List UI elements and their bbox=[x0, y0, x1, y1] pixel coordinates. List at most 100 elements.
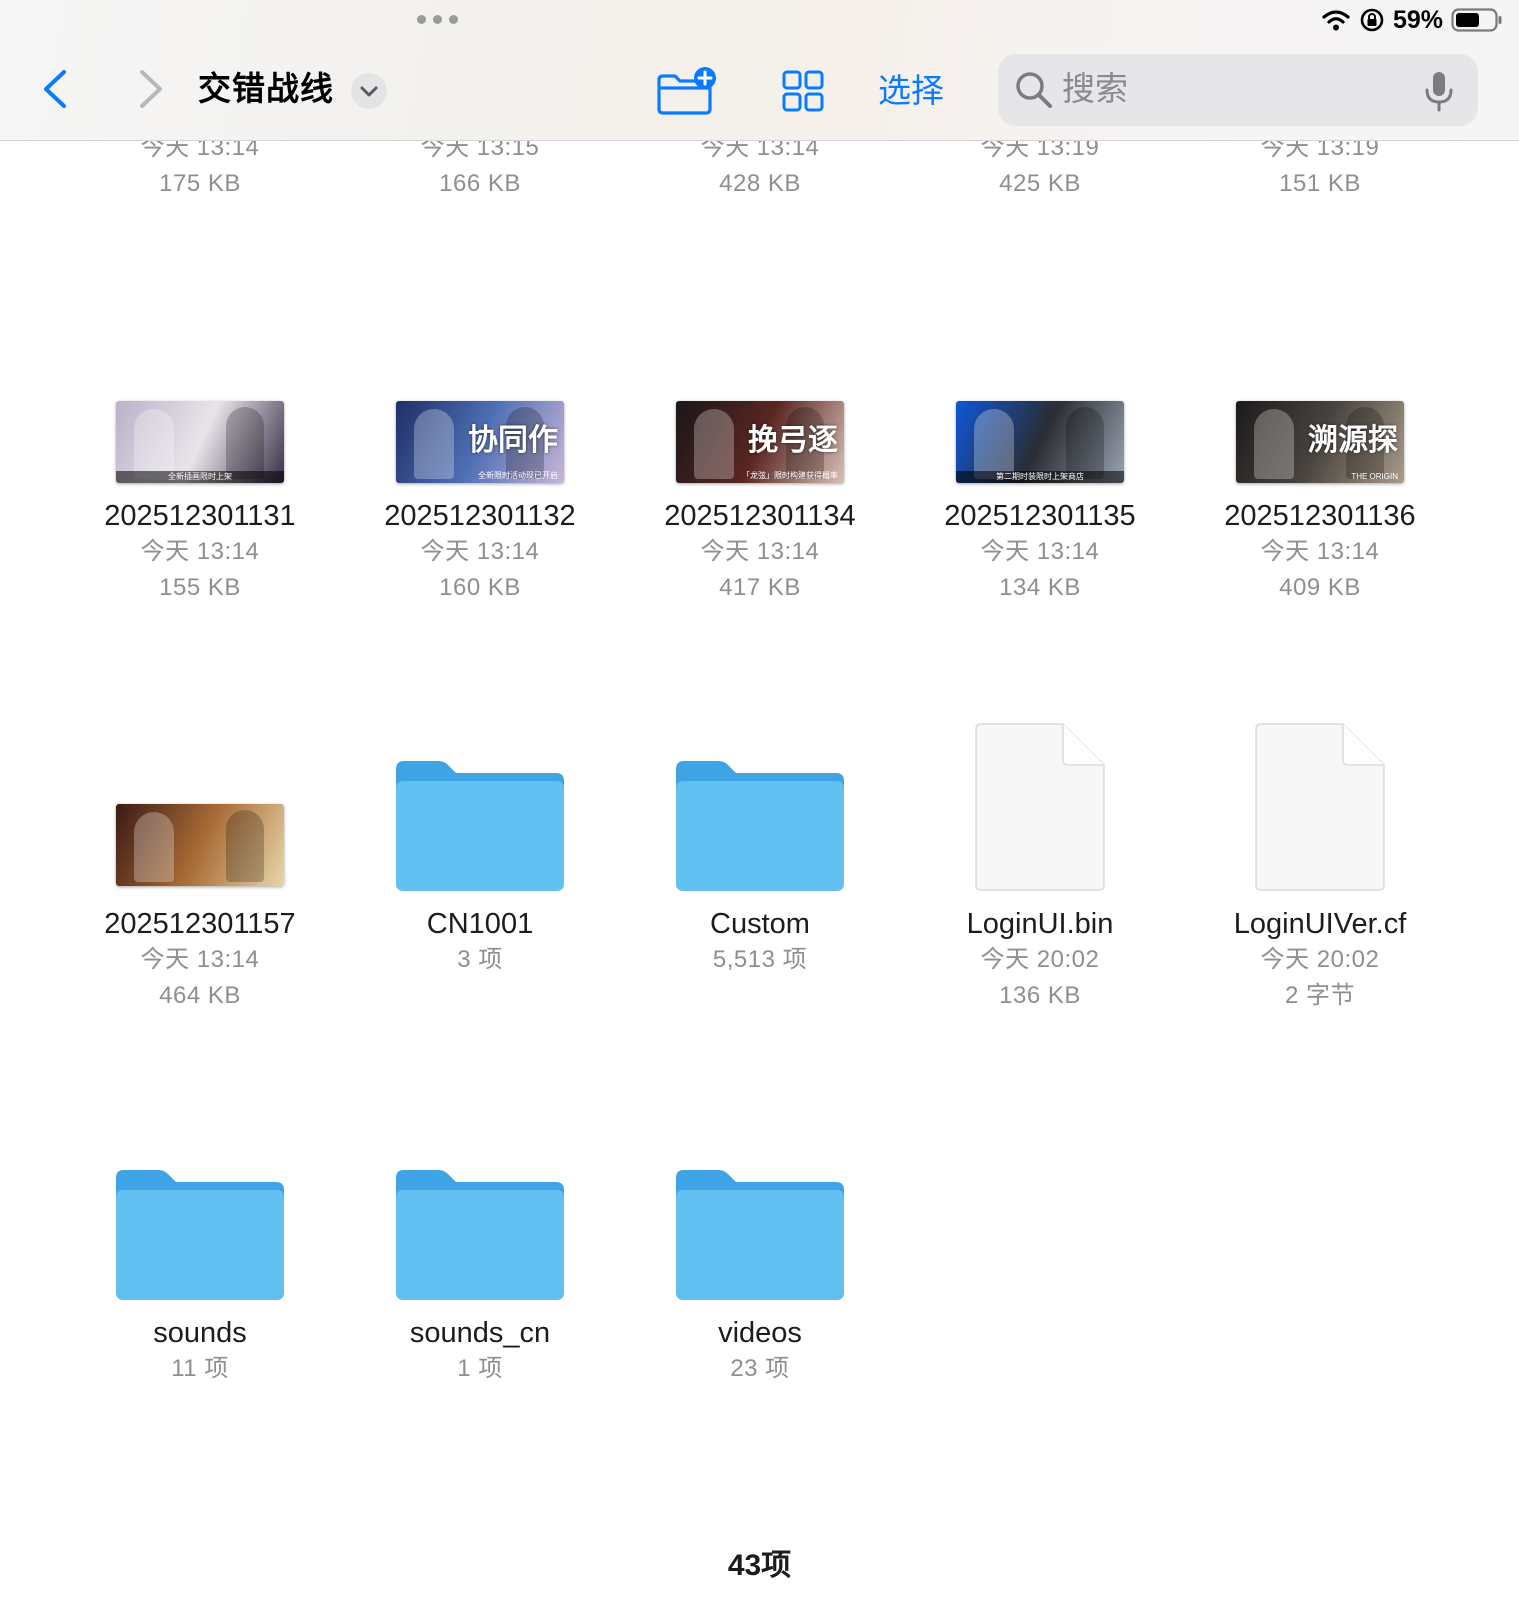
file-name: LoginUIVer.cf bbox=[1233, 908, 1407, 940]
status-bar: 59% bbox=[1321, 5, 1503, 35]
image-thumbnail: 全新插画限时上架 bbox=[116, 401, 284, 483]
file-label[interactable]: LoginUIVer.cf 今天 20:02 2 字节 bbox=[1200, 906, 1440, 1014]
file-name: 202512301134 bbox=[664, 500, 856, 532]
file-date: 今天 13:14 bbox=[140, 538, 260, 565]
file-date: 11 项 bbox=[171, 1355, 229, 1382]
file-label[interactable]: CN1001 3 项 bbox=[360, 906, 600, 978]
file-date: 今天 13:14 bbox=[1260, 538, 1380, 565]
folder-icon bbox=[116, 1170, 284, 1300]
file-size: 425 KB bbox=[999, 170, 1081, 197]
microphone-icon[interactable] bbox=[1424, 70, 1454, 112]
thumbnail-title: 协同作 bbox=[468, 423, 558, 458]
thumbnail-title: 溯源探 bbox=[1308, 423, 1398, 458]
image-thumbnail: 挽弓逐「龙弦」限时构建获得概率 bbox=[676, 401, 844, 483]
file-size: 428 KB bbox=[719, 170, 801, 197]
file-date: 今天 20:02 bbox=[1260, 946, 1380, 973]
file-name: 202512301131 bbox=[104, 500, 296, 532]
file-name: 202512301157 bbox=[104, 908, 296, 940]
file-size: 155 KB bbox=[159, 574, 241, 601]
document-icon bbox=[1255, 723, 1385, 891]
battery-icon bbox=[1451, 8, 1502, 32]
item-count: 43项 bbox=[727, 1549, 792, 1582]
title-menu-button[interactable] bbox=[351, 73, 387, 109]
back-chevron-icon[interactable] bbox=[36, 66, 76, 112]
file-size: 134 KB bbox=[999, 574, 1081, 601]
file-label[interactable]: 202512301136 今天 13:14 409 KB bbox=[1200, 498, 1440, 606]
file-date: 今天 20:02 bbox=[980, 946, 1100, 973]
file-size: 417 KB bbox=[719, 574, 801, 601]
file-name: sounds_cn bbox=[409, 1317, 551, 1349]
multitasking-dots[interactable] bbox=[417, 15, 461, 25]
file-name: 202512301135 bbox=[944, 500, 1136, 532]
file-date: 23 项 bbox=[730, 1355, 790, 1382]
file-date: 今天 13:14 bbox=[420, 538, 540, 565]
image-thumbnail: 溯源探 THE ORIGIN bbox=[1236, 401, 1404, 483]
folder-title[interactable]: 交错战线 bbox=[198, 66, 334, 112]
file-label[interactable]: 202512301157 今天 13:14 464 KB bbox=[80, 906, 320, 1014]
file-date: 1 项 bbox=[457, 1355, 503, 1382]
thumbnail-figure bbox=[226, 810, 264, 882]
search-icon bbox=[1016, 72, 1052, 108]
file-label[interactable]: sounds_cn 1 项 bbox=[360, 1315, 600, 1387]
grid-view-icon[interactable] bbox=[782, 70, 824, 112]
file-size: 160 KB bbox=[439, 574, 521, 601]
select-button[interactable]: 选择 bbox=[878, 68, 944, 114]
folder-icon bbox=[396, 1170, 564, 1300]
thumbnail-figure bbox=[134, 812, 174, 882]
search-placeholder: 搜索 bbox=[1062, 70, 1128, 107]
file-label[interactable]: 202512301134 今天 13:14 417 KB bbox=[640, 498, 880, 606]
wifi-icon bbox=[1322, 10, 1350, 31]
file-label[interactable]: 202512301132 今天 13:14 160 KB bbox=[360, 498, 600, 606]
thumbnail-figure bbox=[134, 409, 174, 479]
orientation-lock-icon bbox=[1360, 8, 1384, 32]
file-label[interactable]: sounds 11 项 bbox=[80, 1315, 320, 1387]
file-date: 今天 13:14 bbox=[700, 538, 820, 565]
thumbnail-subtitle: THE ORIGIN bbox=[1351, 472, 1398, 481]
document-icon bbox=[975, 723, 1105, 891]
search-field[interactable]: 搜索 bbox=[998, 54, 1478, 126]
thumbnail-caption: 全新插画限时上架 bbox=[168, 472, 232, 481]
thumbnail-subtitle: 全新限时活动现已开启 bbox=[478, 471, 558, 480]
file-name: Custom bbox=[710, 908, 810, 940]
file-size: 409 KB bbox=[1279, 574, 1361, 601]
image-thumbnail: 第二期时装限时上架商店 bbox=[956, 401, 1124, 483]
file-name: CN1001 bbox=[426, 908, 534, 940]
file-date: 5,513 项 bbox=[712, 946, 808, 973]
thumbnail-figure bbox=[226, 407, 264, 479]
file-date: 今天 13:14 bbox=[980, 538, 1100, 565]
file-size: 136 KB bbox=[999, 982, 1081, 1009]
image-thumbnail bbox=[116, 804, 284, 886]
thumbnail-title: 挽弓逐 bbox=[748, 423, 838, 458]
forward-chevron-icon[interactable] bbox=[130, 66, 170, 112]
file-date: 3 项 bbox=[457, 946, 503, 973]
folder-icon bbox=[396, 761, 564, 891]
file-size: 175 KB bbox=[159, 170, 241, 197]
thumbnail-figure bbox=[974, 409, 1014, 479]
battery-percentage: 59% bbox=[1392, 5, 1443, 34]
file-label[interactable]: videos 23 项 bbox=[640, 1315, 880, 1387]
folder-icon bbox=[676, 761, 844, 891]
folder-icon bbox=[676, 1170, 844, 1300]
file-size: 166 KB bbox=[439, 170, 521, 197]
file-size: 2 字节 bbox=[1284, 982, 1355, 1009]
thumbnail-subtitle: 「龙弦」限时构建获得概率 bbox=[742, 471, 838, 480]
chevron-down-icon bbox=[360, 86, 378, 97]
file-name: 202512301132 bbox=[384, 500, 576, 532]
file-name: LoginUI.bin bbox=[966, 908, 1114, 940]
file-label[interactable]: LoginUI.bin 今天 20:02 136 KB bbox=[920, 906, 1160, 1014]
file-size: 464 KB bbox=[159, 982, 241, 1009]
file-size: 151 KB bbox=[1279, 170, 1361, 197]
file-name: sounds bbox=[153, 1317, 247, 1349]
thumbnail-figure bbox=[694, 409, 734, 479]
file-name: videos bbox=[718, 1317, 802, 1349]
file-label[interactable]: Custom 5,513 项 bbox=[640, 906, 880, 978]
new-folder-icon[interactable] bbox=[656, 66, 718, 116]
thumbnail-caption: 第二期时装限时上架商店 bbox=[996, 472, 1084, 481]
thumbnail-figure bbox=[1066, 407, 1104, 479]
thumbnail-figure bbox=[1254, 409, 1294, 479]
file-name: 202512301136 bbox=[1224, 500, 1416, 532]
navigation-bar: 59% 交错战线 选择 搜索 bbox=[0, 0, 1519, 141]
image-thumbnail: 协同作全新限时活动现已开启 bbox=[396, 401, 564, 483]
file-label[interactable]: 202512301135 今天 13:14 134 KB bbox=[920, 498, 1160, 606]
file-label[interactable]: 202512301131 今天 13:14 155 KB bbox=[80, 498, 320, 606]
